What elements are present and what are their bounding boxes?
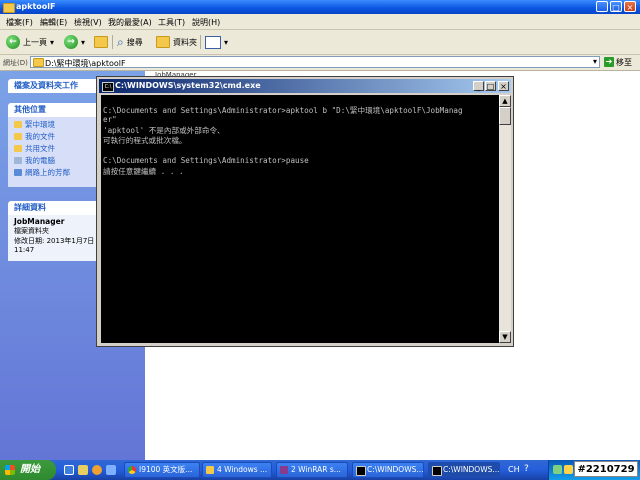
folder-icon bbox=[33, 58, 44, 67]
up-folder-icon bbox=[94, 36, 108, 48]
separator bbox=[112, 35, 113, 49]
start-button[interactable]: 開始 bbox=[0, 460, 56, 480]
menu-file[interactable]: 檔案(F) bbox=[6, 17, 33, 28]
separator bbox=[200, 35, 201, 49]
taskbar: 開始 I9100 英文版... 4 Windows ... 2 WinRAR s… bbox=[0, 460, 640, 480]
tray-icon[interactable] bbox=[564, 465, 573, 474]
search-label: 搜尋 bbox=[126, 37, 143, 47]
back-button[interactable]: ← 上一頁 ▾ bbox=[6, 34, 54, 50]
windows-logo-icon bbox=[5, 465, 15, 475]
place-label: 我的電腦 bbox=[25, 156, 55, 165]
close-button[interactable]: × bbox=[624, 1, 636, 12]
menu-tools[interactable]: 工具(T) bbox=[158, 17, 185, 28]
documents-icon bbox=[14, 133, 22, 140]
cmd-maximize-button[interactable]: □ bbox=[485, 81, 496, 91]
chevron-down-icon: ▾ bbox=[224, 37, 229, 47]
task-item-windows[interactable]: 4 Windows ... bbox=[202, 462, 272, 478]
place-label: 網路上的芳鄰 bbox=[25, 168, 70, 177]
up-folder-button[interactable] bbox=[94, 34, 108, 50]
task-label: 4 Windows ... bbox=[217, 465, 268, 474]
cmd-scrollbar[interactable]: ▲ ▼ bbox=[499, 95, 511, 343]
scroll-thumb[interactable] bbox=[499, 107, 511, 125]
chevron-down-icon: ▾ bbox=[50, 37, 55, 47]
views-button[interactable]: ▾ bbox=[205, 34, 228, 50]
task-item-cmd-1[interactable]: C:\WINDOWS... bbox=[352, 462, 424, 478]
title-bar[interactable]: apktoolF _ □ × bbox=[0, 0, 640, 14]
folder-icon bbox=[14, 121, 22, 128]
maximize-button[interactable]: □ bbox=[610, 1, 622, 12]
place-label: 共用文件 bbox=[25, 144, 55, 153]
console-output[interactable]: C:\Documents and Settings\Administrator>… bbox=[101, 95, 499, 343]
chevron-down-icon[interactable]: ▾ bbox=[593, 57, 597, 66]
network-tray-icon[interactable] bbox=[553, 465, 562, 474]
folder-icon bbox=[3, 3, 15, 13]
folder-icon bbox=[206, 466, 214, 474]
help-icon[interactable]: ? bbox=[524, 464, 529, 474]
language-indicator[interactable]: CH bbox=[508, 465, 520, 474]
toolbar: ← 上一頁 ▾ → ▾ ⌕ 搜尋 資料夾 ▾ bbox=[0, 30, 640, 55]
chrome-icon bbox=[128, 466, 136, 474]
menu-edit[interactable]: 編輯(E) bbox=[40, 17, 67, 28]
task-item-i9100[interactable]: I9100 英文版... bbox=[124, 462, 200, 478]
minimize-button[interactable]: _ bbox=[596, 1, 608, 12]
forward-button[interactable]: → ▾ bbox=[64, 34, 85, 50]
folders-label: 資料夾 bbox=[173, 37, 197, 47]
menu-view[interactable]: 檢視(V) bbox=[74, 17, 102, 28]
search-icon: ⌕ bbox=[117, 34, 124, 49]
address-label: 網址(D) bbox=[3, 59, 28, 67]
console-line: C:\Documents and Settings\Administrator>… bbox=[103, 106, 463, 115]
task-item-winrar[interactable]: 2 WinRAR s... bbox=[276, 462, 348, 478]
place-label: 我的文件 bbox=[25, 132, 55, 141]
back-arrow-icon: ← bbox=[6, 35, 20, 49]
menu-bar: 檔案(F) 編輯(E) 檢視(V) 我的最愛(A) 工具(T) 說明(H) bbox=[0, 14, 640, 30]
go-label: 移至 bbox=[616, 57, 632, 67]
task-item-cmd-2[interactable]: C:\WINDOWS... bbox=[428, 462, 500, 478]
network-icon bbox=[14, 169, 22, 176]
ie-quicklaunch-icon[interactable] bbox=[64, 465, 74, 475]
console-line: 可執行的程式或批次檔。 bbox=[103, 136, 187, 145]
console-line: er" bbox=[103, 115, 117, 124]
scroll-up-arrow-icon[interactable]: ▲ bbox=[499, 95, 511, 107]
start-label: 開始 bbox=[20, 464, 40, 475]
task-label: I9100 英文版... bbox=[139, 465, 193, 474]
watermark-label: #2210729 bbox=[574, 461, 638, 477]
go-arrow-icon: ➔ bbox=[604, 57, 614, 67]
cmd-title-bar[interactable]: C:\ C:\WINDOWS\system32\cmd.exe _ □ × bbox=[99, 79, 511, 93]
console-line: C:\Documents and Settings\Administrator>… bbox=[103, 156, 309, 165]
cmd-window: C:\ C:\WINDOWS\system32\cmd.exe _ □ × C:… bbox=[96, 76, 514, 347]
menu-favorites[interactable]: 我的最愛(A) bbox=[108, 17, 152, 28]
task-label: C:\WINDOWS... bbox=[443, 465, 500, 474]
back-label: 上一頁 bbox=[23, 37, 47, 47]
task-label: 2 WinRAR s... bbox=[291, 465, 341, 474]
address-bar: 網址(D) D:\緊中環境\apktoolF ▾ ➔ 移至 bbox=[0, 55, 640, 71]
desktop-quicklaunch-icon[interactable] bbox=[106, 465, 116, 475]
cmd-icon: C:\ bbox=[102, 82, 114, 92]
go-button[interactable]: ➔ 移至 bbox=[604, 56, 638, 68]
window-title: apktoolF bbox=[16, 2, 56, 11]
computer-icon bbox=[14, 157, 22, 164]
cmd-icon bbox=[356, 466, 366, 476]
cmd-close-button[interactable]: × bbox=[498, 81, 509, 91]
views-icon bbox=[205, 35, 221, 49]
scroll-down-arrow-icon[interactable]: ▼ bbox=[499, 331, 511, 343]
shared-folder-icon bbox=[14, 145, 22, 152]
place-label: 緊中環境 bbox=[25, 120, 55, 129]
address-value: D:\緊中環境\apktoolF bbox=[45, 59, 126, 68]
address-input[interactable]: D:\緊中環境\apktoolF ▾ bbox=[30, 56, 600, 68]
chevron-down-icon: ▾ bbox=[81, 37, 86, 47]
folders-button[interactable]: 資料夾 bbox=[156, 34, 197, 50]
winrar-icon bbox=[280, 466, 288, 474]
cmd-window-title: C:\WINDOWS\system32\cmd.exe bbox=[115, 81, 261, 90]
console-line: 請按任意鍵繼續 . . . bbox=[103, 167, 184, 176]
folders-icon bbox=[156, 36, 170, 48]
media-quicklaunch-icon[interactable] bbox=[92, 465, 102, 475]
folder-quicklaunch-icon[interactable] bbox=[78, 465, 88, 475]
cmd-minimize-button[interactable]: _ bbox=[473, 81, 484, 91]
forward-arrow-icon: → bbox=[64, 35, 78, 49]
menu-help[interactable]: 說明(H) bbox=[192, 17, 220, 28]
cmd-icon bbox=[432, 466, 442, 476]
search-button[interactable]: ⌕ 搜尋 bbox=[117, 34, 143, 50]
task-label: C:\WINDOWS... bbox=[367, 465, 424, 474]
